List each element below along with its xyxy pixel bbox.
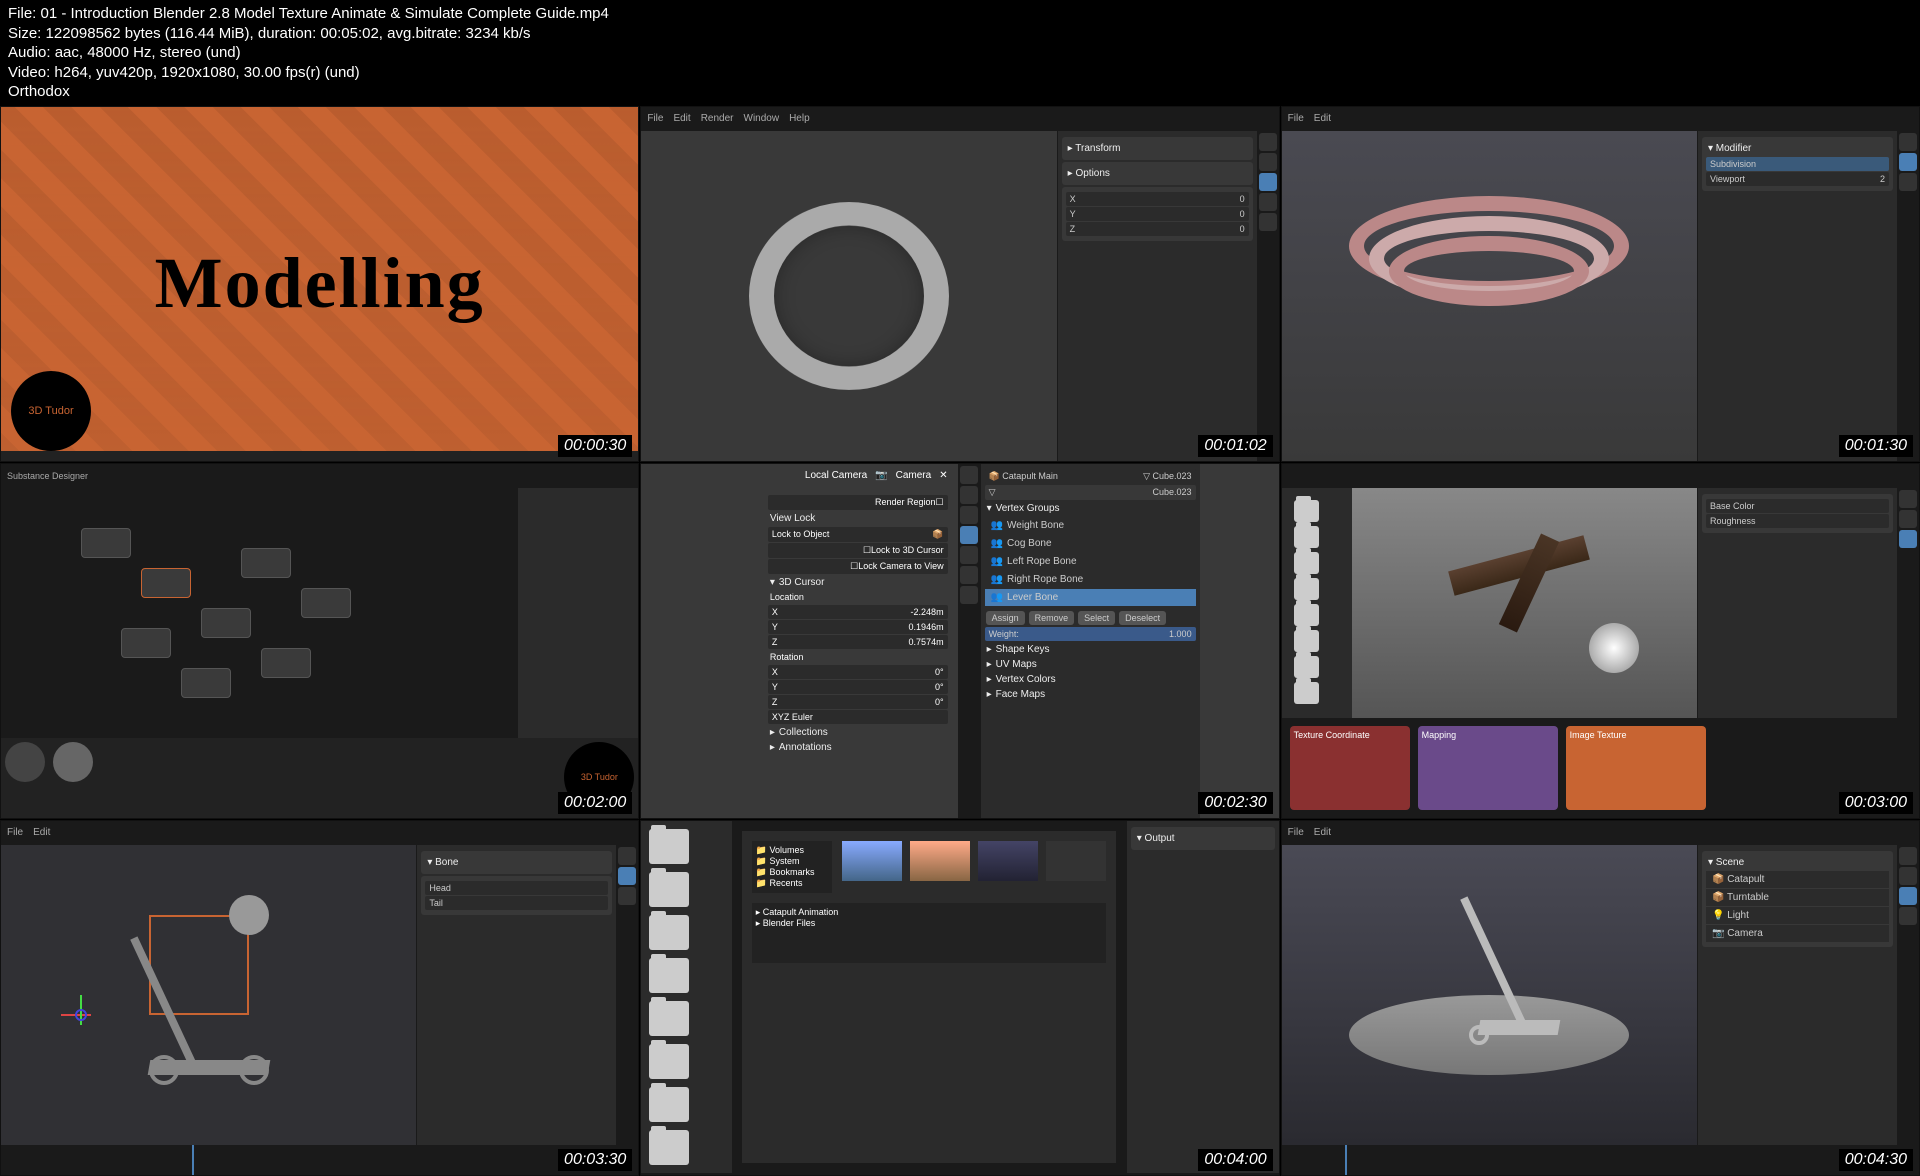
properties-panel[interactable]: ▸ Transform ▸ Options X0Y0Z0 xyxy=(1057,131,1257,461)
timestamp: 00:02:00 xyxy=(558,792,632,814)
menu-file[interactable]: File xyxy=(647,113,663,124)
menu-window[interactable]: Window xyxy=(744,113,780,124)
deselect-button[interactable]: Deselect xyxy=(1119,611,1166,625)
tab-modifier-icon[interactable] xyxy=(1259,193,1277,211)
thumb-9: File Edit ▾ Scene 📦 Ca xyxy=(1281,820,1920,1176)
vg-cog[interactable]: 👥 Cog Bone xyxy=(985,535,1196,552)
audio-line: Audio: aac, 48000 Hz, stereo (und) xyxy=(8,43,1912,63)
node-graph[interactable] xyxy=(61,488,518,738)
file-browser-dialog[interactable]: 📁 Volumes 📁 System 📁 Bookmarks 📁 Recents xyxy=(732,821,1126,1173)
video-line: Video: h264, yuv420p, 1920x1080, 30.00 f… xyxy=(8,63,1912,83)
menu-render[interactable]: Render xyxy=(701,113,734,124)
timestamp: 00:01:30 xyxy=(1839,435,1913,457)
vg-lever[interactable]: 👥 Lever Bone xyxy=(985,589,1196,606)
viewport-3d[interactable] xyxy=(1282,845,1697,1145)
tab-object-data-icon[interactable] xyxy=(960,526,978,544)
timestamp: 00:03:00 xyxy=(1839,792,1913,814)
properties-panel[interactable]: Base ColorRoughness xyxy=(1697,488,1897,718)
material-preview-sphere xyxy=(1589,623,1639,673)
menu-edit[interactable]: Edit xyxy=(673,113,690,124)
vg-right[interactable]: 👥 Right Rope Bone xyxy=(985,571,1196,588)
tex-coord-node[interactable]: Texture Coordinate xyxy=(1290,726,1410,810)
blender-menubar[interactable]: File Edit xyxy=(1282,821,1919,845)
thumb-8: 📁 Volumes 📁 System 📁 Bookmarks 📁 Recents xyxy=(640,820,1279,1176)
panel-options[interactable]: ▸ Options xyxy=(1066,166,1249,181)
timestamp: 00:01:02 xyxy=(1198,435,1272,457)
viewport-3d[interactable] xyxy=(1,845,416,1145)
hdr-thumb[interactable] xyxy=(978,841,1038,881)
tab-output-icon[interactable] xyxy=(1259,153,1277,171)
hdr-thumb[interactable] xyxy=(910,841,970,881)
tab-object-icon[interactable] xyxy=(1259,173,1277,191)
thumb-2: File Edit Render Window Help ▸ Transform… xyxy=(640,106,1279,462)
assign-button[interactable]: Assign xyxy=(986,611,1025,625)
file-line: File: 01 - Introduction Blender 2.8 Mode… xyxy=(8,4,1912,24)
wheel-model xyxy=(1349,196,1629,396)
vg-weight[interactable]: 👥 Weight Bone xyxy=(985,517,1196,534)
blender-menubar[interactable]: File Edit Render Window Help xyxy=(641,107,1278,131)
progress-bar xyxy=(1,451,638,461)
thumbnail-grid: Modelling 3D Tudor 00:00:30 File Edit Re… xyxy=(0,106,1920,1176)
properties-panel[interactable]: ▾ Bone HeadTail xyxy=(416,845,616,1145)
property-tabs[interactable] xyxy=(958,464,980,818)
file-info-header: File: 01 - Introduction Blender 2.8 Mode… xyxy=(0,0,1920,106)
tab-render-icon[interactable] xyxy=(1259,133,1277,151)
panel-transform[interactable]: ▸ Transform xyxy=(1066,141,1249,156)
properties-panel[interactable]: 📦 Catapult Main▽ Cube.023 ▽ Cube.023 ▾ V… xyxy=(980,464,1200,818)
blender-menubar[interactable]: File Edit xyxy=(1,821,638,845)
codec-line: Orthodox xyxy=(8,82,1912,102)
timestamp: 00:02:30 xyxy=(1198,792,1272,814)
tutor-logo: 3D Tudor xyxy=(11,371,91,451)
vg-left[interactable]: 👥 Left Rope Bone xyxy=(985,553,1196,570)
viewport-3d[interactable] xyxy=(641,131,1056,461)
render-panel[interactable]: ▾ Output xyxy=(1126,821,1279,1173)
catapult-model xyxy=(109,895,309,1095)
select-button[interactable]: Select xyxy=(1078,611,1115,625)
thumb-5: Local Camera 📷 Camera ✕ Render Region ☐ … xyxy=(640,463,1279,819)
hdr-thumb[interactable] xyxy=(1046,841,1106,881)
viewport-3d[interactable] xyxy=(1352,488,1697,718)
ring-model xyxy=(749,202,949,390)
viewport-3d[interactable] xyxy=(1282,131,1697,461)
properties-panel[interactable]: ▾ Modifier Subdivision Viewport2 xyxy=(1697,131,1897,461)
folder-icon[interactable] xyxy=(1294,500,1319,522)
title-text: Modelling xyxy=(155,242,485,325)
sequencer[interactable] xyxy=(641,1173,1278,1176)
node-editor[interactable]: Texture Coordinate Mapping Image Texture xyxy=(1282,718,1919,818)
menu-help[interactable]: Help xyxy=(789,113,810,124)
blender-menubar[interactable]: File Edit xyxy=(1282,107,1919,131)
timestamp: 00:00:30 xyxy=(558,435,632,457)
thumb-6: Base ColorRoughness Texture Coordinate M… xyxy=(1281,463,1920,819)
thumb-7: File Edit xyxy=(0,820,639,1176)
size-line: Size: 122098562 bytes (116.44 MiB), dura… xyxy=(8,24,1912,44)
outliner-panel[interactable]: ▾ Scene 📦 Catapult 📦 Turntable 💡 Light 📷… xyxy=(1697,845,1897,1145)
thumb-4: Substance Designer 3 xyxy=(0,463,639,819)
hdr-thumb[interactable] xyxy=(842,841,902,881)
remove-button[interactable]: Remove xyxy=(1029,611,1075,625)
mapping-node[interactable]: Mapping xyxy=(1418,726,1558,810)
thumb-3: File Edit ▾ Modifier Subdivision Viewpor… xyxy=(1281,106,1920,462)
substance-menubar[interactable]: Substance Designer xyxy=(1,464,638,488)
image-tex-node[interactable]: Image Texture xyxy=(1566,726,1706,810)
property-tabs[interactable] xyxy=(1257,131,1279,461)
tab-material-icon[interactable] xyxy=(1259,213,1277,231)
thumb-1: Modelling 3D Tudor 00:00:30 xyxy=(0,106,639,462)
vertex-groups-header[interactable]: ▾ Vertex Groups xyxy=(985,501,1196,516)
blender-menubar[interactable] xyxy=(1282,464,1919,488)
asset-folders[interactable] xyxy=(1286,492,1348,712)
